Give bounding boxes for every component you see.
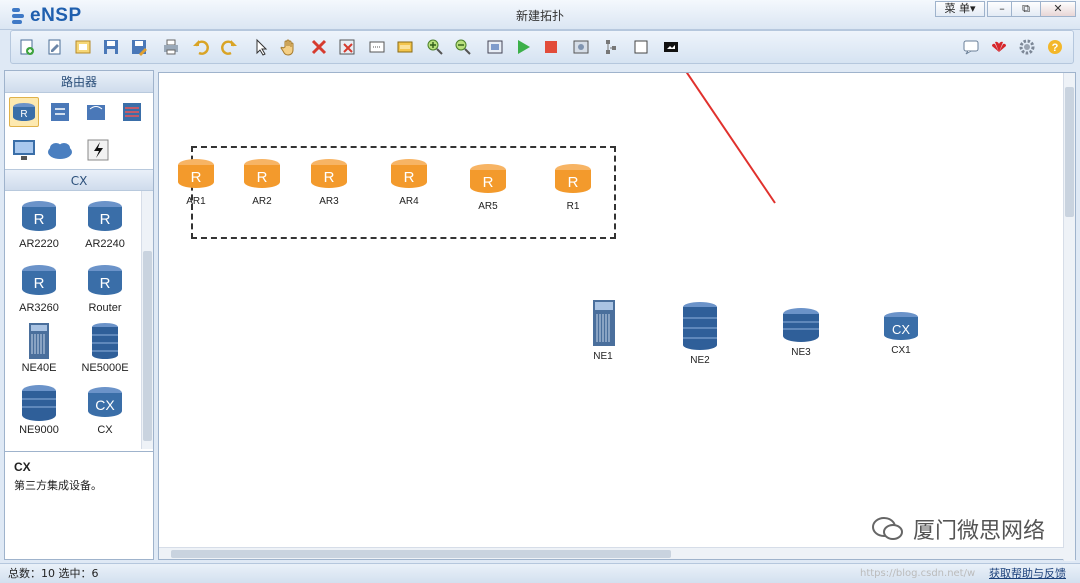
save-icon[interactable]	[101, 37, 121, 57]
open-icon[interactable]	[73, 37, 93, 57]
router-icon: R	[19, 261, 59, 301]
router-category-icon[interactable]: R	[9, 97, 39, 127]
status-count: 总数：10 选中：6	[8, 567, 99, 580]
device-label: CX	[97, 424, 113, 436]
close-button[interactable]: ✕	[1040, 1, 1076, 17]
topology-canvas[interactable]: R AR1 R AR2 R AR3 R AR4 R AR5 R R1 NE1 N…	[158, 72, 1076, 561]
cx-header: CX	[5, 169, 153, 191]
palette-icon[interactable]	[395, 37, 415, 57]
device-description: CX 第三方集成设备。	[5, 451, 153, 559]
status-url: https://blog.csdn.net/w	[860, 568, 976, 579]
print-icon[interactable]	[161, 37, 181, 57]
topology-fit-icon[interactable]	[485, 37, 505, 57]
device-label: AR2240	[85, 238, 125, 250]
router-icon: R	[85, 261, 125, 301]
description-text: 第三方集成设备。	[14, 479, 102, 492]
router-icon: R	[19, 197, 59, 237]
screenshot-icon[interactable]	[661, 37, 681, 57]
device-ar3260[interactable]: R AR3260	[9, 261, 69, 314]
ne9000-icon	[19, 383, 59, 423]
delete-link-icon[interactable]	[337, 37, 357, 57]
svg-text:?: ?	[1052, 42, 1059, 54]
device-panel: 路由器 R CX R AR2220 R AR2240 R AR3260 R Ro…	[4, 70, 154, 560]
redo-icon[interactable]	[219, 37, 239, 57]
svg-text:R: R	[34, 211, 45, 228]
svg-text:CX: CX	[95, 397, 115, 413]
device-label: AR3260	[19, 302, 59, 314]
device-label: NE5000E	[81, 362, 129, 374]
settings-icon[interactable]	[1017, 37, 1037, 57]
full-screen-icon[interactable]	[631, 37, 651, 57]
help-icon[interactable]: ?	[1045, 37, 1065, 57]
device-cx[interactable]: CX CX	[75, 383, 135, 436]
window-title: 新建拓扑	[515, 9, 564, 23]
zoom-in-icon[interactable]	[425, 37, 445, 57]
status-bar: 总数：10 选中：6 https://blog.csdn.net/w 获取帮助与…	[0, 563, 1080, 583]
title-bar: eNSP 新建拓扑 菜 单▾ – ⧉ ✕	[0, 0, 1080, 30]
canvas-horizontal-scrollbar[interactable]	[159, 547, 1064, 559]
new-exam-icon[interactable]	[45, 37, 65, 57]
router-icon: R	[85, 197, 125, 237]
new-topology-icon[interactable]	[17, 37, 37, 57]
device-ar2220[interactable]: R AR2220	[9, 197, 69, 250]
help-feedback-link[interactable]: 获取帮助与反馈	[989, 564, 1066, 583]
device-router[interactable]: R Router	[75, 261, 135, 314]
device-label: Router	[88, 302, 122, 314]
capture-icon[interactable]	[571, 37, 591, 57]
device-ne40e[interactable]: NE40E	[9, 321, 69, 374]
main-toolbar: ?	[10, 30, 1074, 64]
undo-icon[interactable]	[191, 37, 211, 57]
start-device-icon[interactable]	[513, 37, 533, 57]
pan-hand-icon[interactable]	[279, 37, 299, 57]
save-as-icon[interactable]	[129, 37, 149, 57]
watermark: 厦门微思网络	[871, 513, 1045, 545]
annotation-arrow	[685, 73, 776, 204]
link-category-icon[interactable]	[83, 135, 113, 165]
device-label: NE9000	[19, 424, 59, 436]
text-icon[interactable]	[367, 37, 387, 57]
category-row-1: R	[5, 93, 153, 131]
cloud-category-icon[interactable]	[45, 135, 75, 165]
svg-text:R: R	[20, 109, 27, 120]
category-row-2	[5, 131, 153, 169]
device-ne5000e[interactable]: NE5000E	[75, 321, 135, 374]
device-list-scrollbar[interactable]	[141, 191, 153, 449]
wlan-category-icon[interactable]	[81, 97, 111, 127]
device-label: AR2220	[19, 238, 59, 250]
svg-text:R: R	[100, 275, 111, 292]
stop-device-icon[interactable]	[541, 37, 561, 57]
zoom-out-icon[interactable]	[453, 37, 473, 57]
canvas-vertical-scrollbar[interactable]	[1063, 73, 1075, 561]
description-title: CX	[14, 460, 31, 474]
device-list: R AR2220 R AR2240 R AR3260 R Router NE40…	[5, 191, 153, 449]
restore-button[interactable]: ⧉	[1011, 1, 1041, 17]
device-ar2240[interactable]: R AR2240	[75, 197, 135, 250]
menu-button[interactable]: 菜 单▾	[935, 1, 985, 17]
ne40e-icon	[19, 321, 59, 361]
chat-icon[interactable]	[961, 37, 981, 57]
cx-icon: CX	[85, 383, 125, 423]
device-ne9000[interactable]: NE9000	[9, 383, 69, 436]
routers-header: 路由器	[5, 71, 153, 93]
wechat-icon	[871, 517, 903, 540]
watermark-text: 厦门微思网络	[912, 519, 1045, 544]
delete-icon[interactable]	[309, 37, 329, 57]
svg-text:R: R	[100, 211, 111, 228]
svg-text:R: R	[34, 275, 45, 292]
topology-icon[interactable]	[601, 37, 621, 57]
pc-category-icon[interactable]	[9, 135, 39, 165]
huawei-logo-icon[interactable]	[989, 37, 1009, 57]
firewall-category-icon[interactable]	[117, 97, 147, 127]
switch-category-icon[interactable]	[45, 97, 75, 127]
ne5000e-icon	[85, 321, 125, 361]
device-label: NE40E	[21, 362, 57, 374]
select-icon[interactable]	[251, 37, 271, 57]
